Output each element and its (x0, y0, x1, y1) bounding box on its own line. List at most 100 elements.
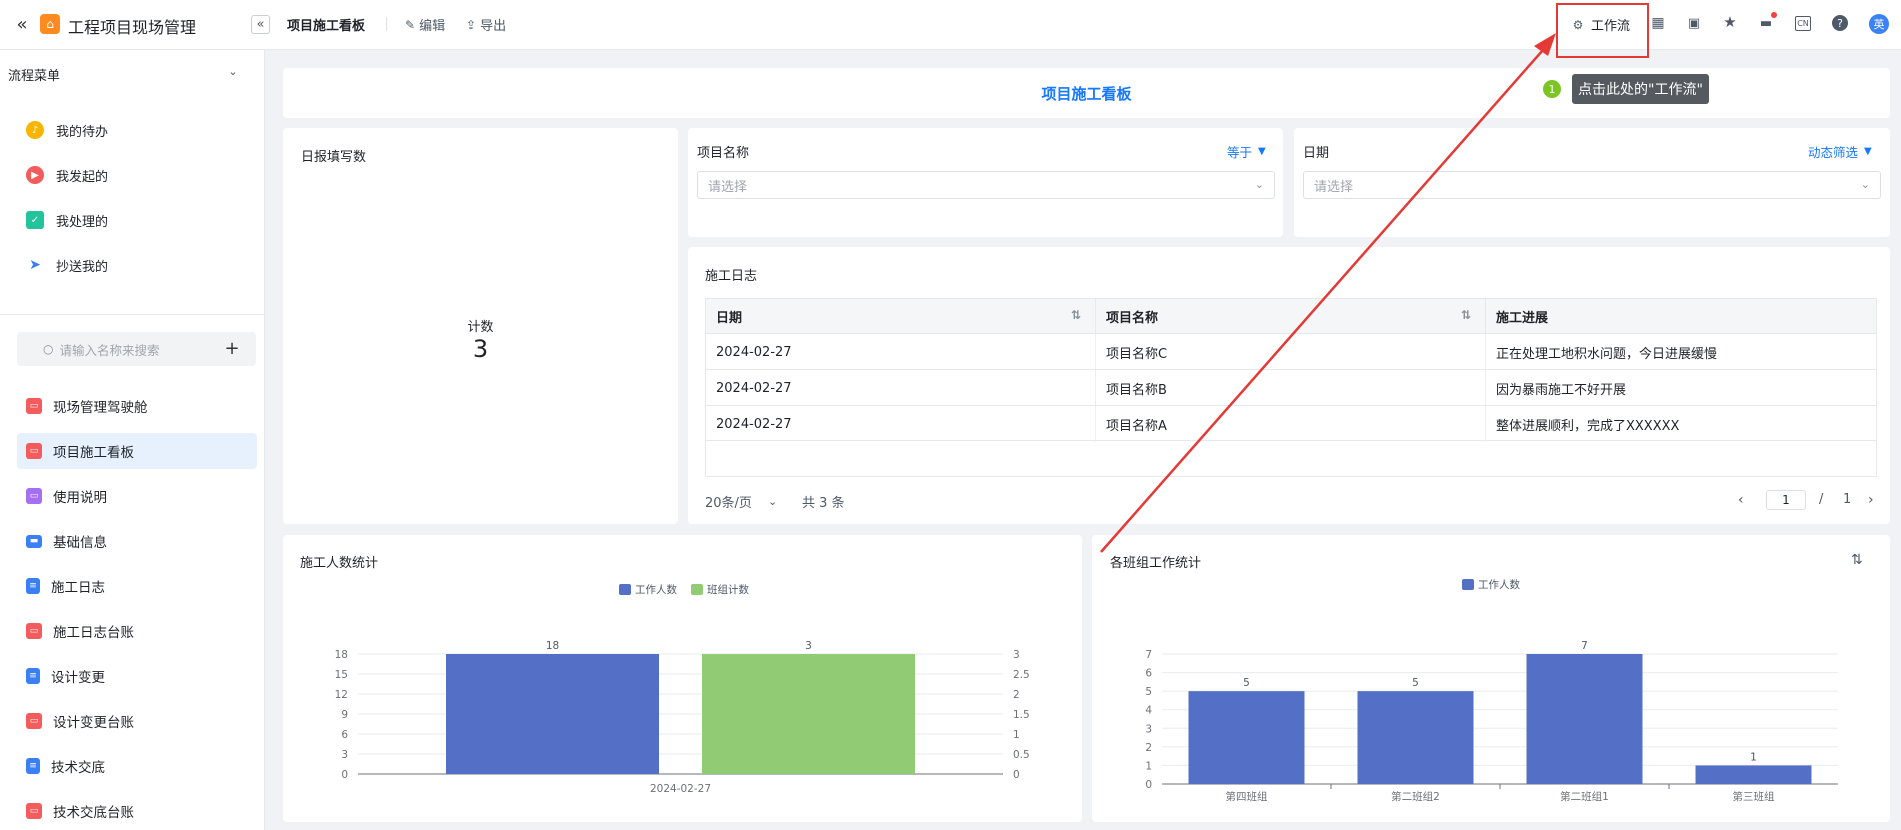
flow-item-cc[interactable]: ➤ 抄送我的 (26, 245, 108, 285)
notification-dot (1771, 12, 1777, 18)
y-tick-label-right: 3 (1013, 649, 1020, 661)
page-input[interactable]: 1 (1766, 490, 1806, 510)
table-row[interactable]: 2024-02-27 项目名称C 正在处理工地积水问题，今日进展缓慢 (706, 333, 1876, 370)
sidebar-item-label: 设计变更 (51, 670, 105, 686)
sidebar-item-instructions[interactable]: ▭ 使用说明 (17, 478, 257, 514)
page-separator: / (1819, 492, 1824, 507)
sort-icon[interactable]: ⇅ (1851, 552, 1863, 568)
x-tick-label: 第二班组1 (1560, 790, 1609, 803)
legend-label: 工作人数 (1478, 578, 1520, 591)
y-tick-label-right: 2.5 (1013, 669, 1030, 681)
add-icon[interactable]: + (223, 338, 241, 359)
total-count: 共 3 条 (802, 496, 845, 511)
sidebar-item-basic-info[interactable]: ▬ 基础信息 (17, 523, 257, 559)
caret-down-icon: ▼ (1258, 146, 1266, 157)
export-button[interactable]: ⇪ 导出 (466, 15, 507, 35)
x-tick-label: 第四班组 (1226, 790, 1268, 803)
date-select[interactable]: 请选择 ⌄ (1303, 171, 1881, 199)
filter-mode-select[interactable]: 等于 ▼ (1227, 142, 1266, 161)
collapse-app-icon[interactable]: « (12, 14, 32, 35)
flow-item-handled[interactable]: ✓ 我处理的 (26, 200, 108, 240)
sidebar-item-label: 使用说明 (53, 490, 107, 506)
chart-title: 施工人数统计 (300, 556, 379, 571)
doc-icon: ≡ (26, 668, 40, 684)
sidebar-item-construction-board[interactable]: ▭ 项目施工看板 (17, 433, 257, 469)
chevron-down-icon[interactable]: ⌄ (226, 64, 240, 78)
data-label: 7 (1581, 640, 1588, 652)
sidebar-item-construction-log-ledger[interactable]: ▭ 施工日志台账 (17, 613, 257, 649)
search-icon: ○ (43, 342, 54, 356)
data-label: 5 (1243, 677, 1250, 689)
y-tick-label-right: 1 (1013, 729, 1020, 741)
app-title: 工程项目现场管理 (68, 18, 197, 37)
doc-icon: ≡ (26, 578, 40, 594)
sidebar-item-tech-disclosure[interactable]: ≡ 技术交底 (17, 748, 257, 784)
sort-icon[interactable]: ⇅ (1071, 308, 1081, 322)
dashboard-icon: ▭ (26, 398, 42, 414)
sidebar-item-label: 项目施工看板 (53, 445, 134, 461)
avatar[interactable]: 英 (1869, 14, 1889, 34)
team-chart: 工作人数 0 1 2 3 4 5 6 7 5 第四班组 5 第二班组2 7 第二班组1 1 第三班组 (1145, 578, 1838, 803)
sidebar-item-label: 现场管理驾驶舱 (53, 400, 148, 416)
flow-item-label: 我发起的 (56, 169, 109, 185)
header-divider (386, 17, 387, 31)
page-size-select[interactable]: 20条/页 ⌄ (705, 492, 777, 511)
table-row[interactable]: 2024-02-27 项目名称B 因为暴雨施工不好开展 (706, 369, 1876, 406)
flow-item-label: 抄送我的 (56, 259, 109, 275)
workflow-tooltip: 点击此处的"工作流" (1572, 74, 1709, 104)
y-tick-label: 4 (1145, 705, 1152, 717)
sort-icon[interactable]: ⇅ (1461, 308, 1471, 322)
column-header-progress[interactable]: 施工进展 (1486, 299, 1876, 333)
dashboard-icon: ▭ (26, 443, 42, 459)
project-select[interactable]: 请选择 ⌄ (697, 171, 1275, 199)
edit-button[interactable]: ✎ 编辑 (405, 15, 445, 35)
y-tick-label-left: 18 (335, 649, 348, 661)
column-header-date[interactable]: 日期 ⇅ (706, 299, 1096, 333)
column-header-label: 施工进展 (1496, 310, 1549, 326)
contact-card-icon[interactable]: ▣ (1686, 15, 1702, 31)
y-tick-label-right: 0.5 (1013, 749, 1030, 761)
bar (1526, 654, 1643, 784)
prev-page-icon[interactable]: ‹ (1738, 492, 1744, 508)
flow-item-todo[interactable]: ♪ 我的待办 (26, 110, 108, 150)
legend-swatch (691, 584, 703, 595)
language-icon[interactable]: CN (1795, 16, 1811, 31)
sidebar-item-design-change-ledger[interactable]: ▭ 设计变更台账 (17, 703, 257, 739)
headcount-chart: 工作人数 班组计数 0 3 6 9 12 15 18 0 0.5 1 1.5 2 2.5 3 18 3 2024-0… (335, 583, 1030, 795)
y-tick-label-right: 2 (1013, 689, 1020, 701)
star-icon[interactable]: ★ (1722, 13, 1738, 31)
sidebar-item-cockpit[interactable]: ▭ 现场管理驾驶舱 (17, 388, 257, 424)
date-filter-card: 日期 动态筛选 ▼ 请选择 ⌄ (1294, 128, 1890, 237)
team-chart-card: 各班组工作统计 ⇅ 工作人数 0 1 2 3 4 5 6 7 5 第四班组 5 第二班组2 7 第二班组1 1… (1092, 535, 1890, 822)
next-page-icon[interactable]: › (1868, 492, 1874, 508)
y-tick-label: 6 (1145, 668, 1152, 680)
sidebar-item-design-change[interactable]: ≡ 设计变更 (17, 658, 257, 694)
filter-mode-select[interactable]: 动态筛选 ▼ (1808, 142, 1872, 161)
flow-menu-title: 流程菜单 (8, 69, 61, 84)
help-icon[interactable]: ? (1832, 15, 1848, 31)
flow-item-label: 我处理的 (56, 214, 109, 230)
sidebar-item-construction-log[interactable]: ≡ 施工日志 (17, 568, 257, 604)
bar (1357, 691, 1474, 784)
export-label: 导出 (480, 19, 507, 34)
flow-item-started[interactable]: ▶ 我发起的 (26, 155, 108, 195)
legend-label: 班组计数 (707, 583, 749, 596)
collapse-sidebar-button[interactable]: « (251, 15, 270, 34)
table-row[interactable]: 2024-02-27 项目名称A 整体进展顺利，完成了XXXXXX (706, 405, 1876, 442)
metric-value: 3 (472, 335, 489, 363)
column-header-project[interactable]: 项目名称 ⇅ (1096, 299, 1486, 333)
send-icon: ➤ (29, 257, 41, 273)
y-tick-label-left: 6 (341, 729, 348, 741)
filter-title: 项目名称 (697, 146, 750, 161)
workflow-highlight-box (1556, 3, 1649, 58)
table-cell: 2024-02-27 (706, 406, 1096, 442)
sidebar: 流程菜单 ⌄ ♪ 我的待办 ▶ 我发起的 ✓ 我处理的 ➤ 抄送我的 ○ 请输入… (0, 50, 265, 830)
search-input[interactable]: 请输入名称来搜索 (59, 340, 159, 359)
table-cell: 项目名称A (1096, 406, 1486, 442)
sidebar-item-tech-disclosure-ledger[interactable]: ▭ 技术交底台账 (17, 793, 257, 829)
project-filter-card: 项目名称 等于 ▼ 请选择 ⌄ (688, 128, 1283, 237)
layout-icon[interactable]: ▦ (1650, 15, 1666, 31)
export-icon: ⇪ (466, 17, 477, 32)
search-box[interactable]: ○ 请输入名称来搜索 (17, 332, 256, 366)
sidebar-item-label: 设计变更台账 (53, 715, 134, 731)
